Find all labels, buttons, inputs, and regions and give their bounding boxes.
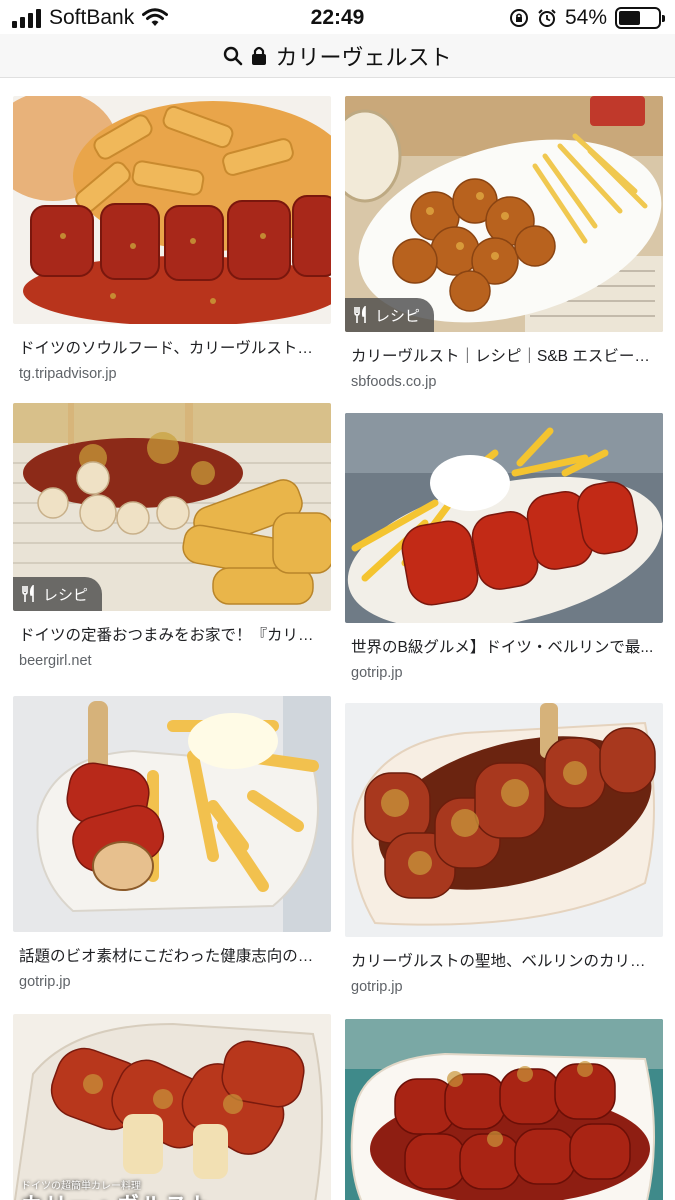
result-card[interactable]: カリーヴルストの聖地、ベルリンのカリー... gotrip.jp — [345, 703, 663, 995]
search-icon — [223, 46, 243, 66]
result-title[interactable]: ドイツの定番おつまみをお家で！『カリー... — [13, 623, 325, 645]
battery-icon — [615, 7, 665, 29]
result-source[interactable]: gotrip.jp — [345, 979, 663, 995]
result-source[interactable]: beergirl.net — [13, 653, 331, 669]
result-title[interactable]: カリーヴルスト｜レシピ｜S&B エスビー食... — [345, 344, 657, 366]
result-card[interactable]: レシピ カリーヴルスト｜レシピ｜S&B エスビー食... sbfoods.co.… — [345, 96, 663, 390]
result-source[interactable]: tg.tripadvisor.jp — [13, 366, 331, 382]
url-query: カリーヴェルスト — [275, 44, 452, 70]
result-card[interactable] — [345, 1019, 663, 1200]
status-bar: SoftBank 22:49 54% — [0, 0, 675, 34]
result-title[interactable]: 話題のビオ素材にこだわった健康志向のカ... — [13, 944, 325, 966]
result-title[interactable]: カリーヴルストの聖地、ベルリンのカリー... — [345, 949, 657, 971]
result-title[interactable]: 世界のB級グルメ】ドイツ・ベルリンで最... — [345, 635, 657, 657]
result-thumbnail[interactable] — [345, 703, 663, 937]
lock-icon — [251, 46, 267, 66]
image-caption-large: カリー・ヴルスト — [21, 1188, 213, 1200]
recipe-badge: レシピ — [13, 577, 103, 611]
status-right: 54% — [509, 6, 665, 30]
result-thumbnail[interactable]: レシピ — [345, 96, 663, 332]
utensils-icon — [21, 585, 37, 603]
result-card[interactable]: 話題のビオ素材にこだわった健康志向のカ... gotrip.jp — [13, 696, 331, 990]
battery-percent: 54% — [564, 6, 607, 29]
result-thumbnail[interactable] — [345, 1019, 663, 1200]
url-bar[interactable]: カリーヴェルスト — [0, 34, 675, 78]
result-card[interactable]: 世界のB級グルメ】ドイツ・ベルリンで最... gotrip.jp — [345, 413, 663, 681]
result-thumbnail[interactable] — [13, 96, 331, 324]
orientation-lock-icon — [509, 8, 529, 28]
badge-label: レシピ — [43, 586, 89, 604]
alarm-icon — [537, 8, 557, 28]
recipe-badge: レシピ — [345, 298, 435, 332]
result-title[interactable]: ドイツのソウルフード、カリーヴルストが... — [13, 336, 325, 358]
result-card[interactable]: レシピ ドイツの定番おつまみをお家で！『カリー... beergirl.net — [13, 403, 331, 669]
result-card[interactable]: ドイツのソウルフード、カリーヴルストが... tg.tripadvisor.jp — [13, 96, 331, 382]
result-source[interactable]: gotrip.jp — [13, 974, 331, 990]
result-thumbnail[interactable] — [345, 413, 663, 623]
badge-label: レシピ — [375, 307, 421, 325]
result-card[interactable]: ドイツの超簡単カレー料理 カリー・ヴルスト — [13, 1014, 331, 1200]
result-thumbnail[interactable]: ドイツの超簡単カレー料理 カリー・ヴルスト — [13, 1014, 331, 1200]
currywurst-fries-image — [13, 96, 331, 324]
utensils-icon — [353, 306, 369, 324]
image-results-grid: ドイツのソウルフード、カリーヴルストが... tg.tripadvisor.jp — [0, 78, 675, 1200]
result-thumbnail[interactable]: レシピ — [13, 403, 331, 611]
result-thumbnail[interactable] — [13, 696, 331, 932]
result-source[interactable]: gotrip.jp — [345, 665, 663, 681]
result-source[interactable]: sbfoods.co.jp — [345, 374, 663, 390]
